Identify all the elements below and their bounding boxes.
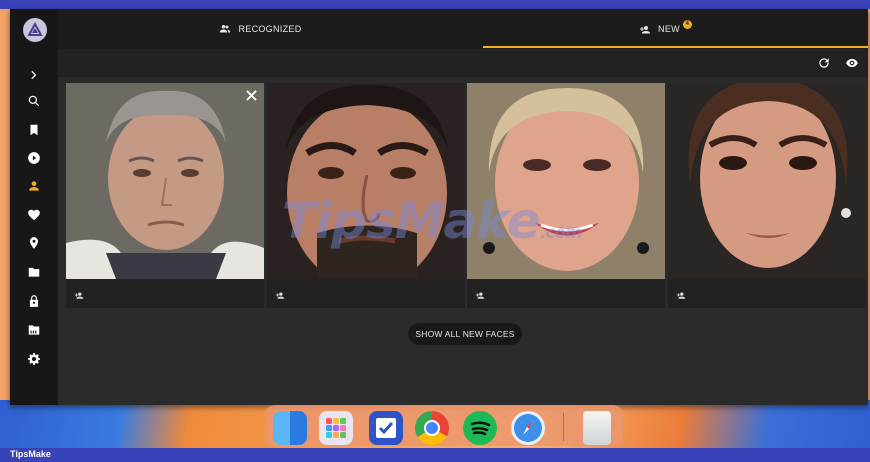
safari-icon[interactable] (511, 411, 545, 445)
sidebar-item-search[interactable] (24, 91, 44, 111)
bookmark-icon (30, 124, 38, 136)
compass-icon (514, 414, 542, 442)
add-person-button[interactable] (74, 287, 88, 299)
tipsmake-watermark: TipsMake.com (282, 192, 583, 250)
gear-icon (28, 353, 40, 365)
refresh-button[interactable] (816, 55, 832, 71)
person-add-icon (676, 292, 686, 299)
sidebar (10, 9, 58, 405)
sidebar-item-folders[interactable] (24, 262, 44, 282)
sidebar-item-library[interactable] (24, 320, 44, 340)
launchpad-icon[interactable] (319, 411, 353, 445)
sidebar-item-favorites[interactable] (24, 205, 44, 225)
face-card[interactable] (66, 83, 264, 308)
person-add-icon (74, 292, 84, 299)
person-add-icon (275, 292, 285, 299)
dock-separator (563, 413, 564, 441)
chrome-center-icon (424, 420, 440, 436)
add-person-button[interactable] (676, 287, 690, 299)
trash-icon[interactable] (583, 411, 611, 445)
person-icon (29, 181, 39, 191)
add-person-button[interactable] (475, 287, 489, 299)
macos-dock (265, 405, 623, 446)
location-pin-icon (29, 237, 39, 249)
face-photo[interactable] (66, 83, 264, 279)
play-circle-icon (28, 152, 40, 164)
chrome-icon[interactable] (415, 411, 449, 445)
search-icon (28, 95, 40, 107)
folder-icon (28, 267, 40, 277)
heart-icon (28, 209, 40, 221)
face-card-footer (467, 279, 665, 308)
show-all-new-faces-button[interactable]: SHOW ALL NEW FACES (408, 323, 522, 345)
launchpad-grid-icon (326, 418, 346, 438)
brand-label: TipsMake (10, 449, 51, 459)
face-card-footer (267, 279, 465, 308)
sidebar-item-settings[interactable] (24, 349, 44, 369)
spotify-icon[interactable] (463, 411, 497, 445)
person-add-icon (475, 292, 485, 299)
app-logo[interactable] (23, 18, 47, 42)
face-thumbnail-1 (66, 83, 264, 279)
desktop-top-bar (0, 0, 870, 9)
tab-new-label: NEW (658, 24, 680, 34)
face-thumbnail-4 (668, 83, 866, 279)
watermark-suffix: .com (539, 223, 583, 243)
checkbox-icon (376, 418, 396, 438)
logo-triangle-icon (27, 22, 43, 36)
watermark-bar: TipsMake (0, 448, 870, 462)
toggle-visibility-button[interactable] (844, 55, 860, 71)
toolbar (58, 49, 868, 77)
face-card[interactable] (668, 83, 866, 308)
eye-icon (846, 58, 858, 68)
lock-icon (29, 295, 39, 307)
reminders-app-icon[interactable] (369, 411, 403, 445)
close-icon (245, 89, 257, 101)
person-add-icon (640, 26, 651, 34)
sidebar-item-videos[interactable] (24, 148, 44, 168)
film-folder-icon (28, 325, 40, 335)
sidebar-item-people[interactable] (24, 176, 44, 196)
add-person-button[interactable] (275, 287, 289, 299)
sidebar-item-places[interactable] (24, 233, 44, 253)
chevron-right-icon (31, 70, 37, 80)
tab-recognized-label: RECOGNIZED (238, 24, 302, 34)
face-photo[interactable] (668, 83, 866, 279)
tab-recognized[interactable]: RECOGNIZED (58, 9, 463, 49)
sidebar-item-albums[interactable] (24, 120, 44, 140)
face-card-footer (668, 279, 866, 308)
dismiss-face-button[interactable] (244, 88, 258, 102)
active-tab-indicator (483, 46, 868, 48)
sidebar-expand-button[interactable] (24, 65, 44, 85)
refresh-icon (819, 58, 829, 68)
spotify-waves-icon (470, 421, 491, 436)
people-tabs: RECOGNIZED NEW 4 (58, 9, 868, 49)
new-count-badge: 4 (682, 20, 692, 29)
watermark-text: TipsMake (282, 192, 541, 250)
tab-new[interactable]: NEW 4 (463, 9, 868, 49)
sidebar-item-private[interactable] (24, 291, 44, 311)
photo-app-window: RECOGNIZED NEW 4 SHOW ALL NEW FACES Tips… (10, 9, 868, 405)
face-card-footer (66, 279, 264, 308)
people-icon (220, 25, 231, 33)
finder-icon[interactable] (273, 411, 307, 445)
